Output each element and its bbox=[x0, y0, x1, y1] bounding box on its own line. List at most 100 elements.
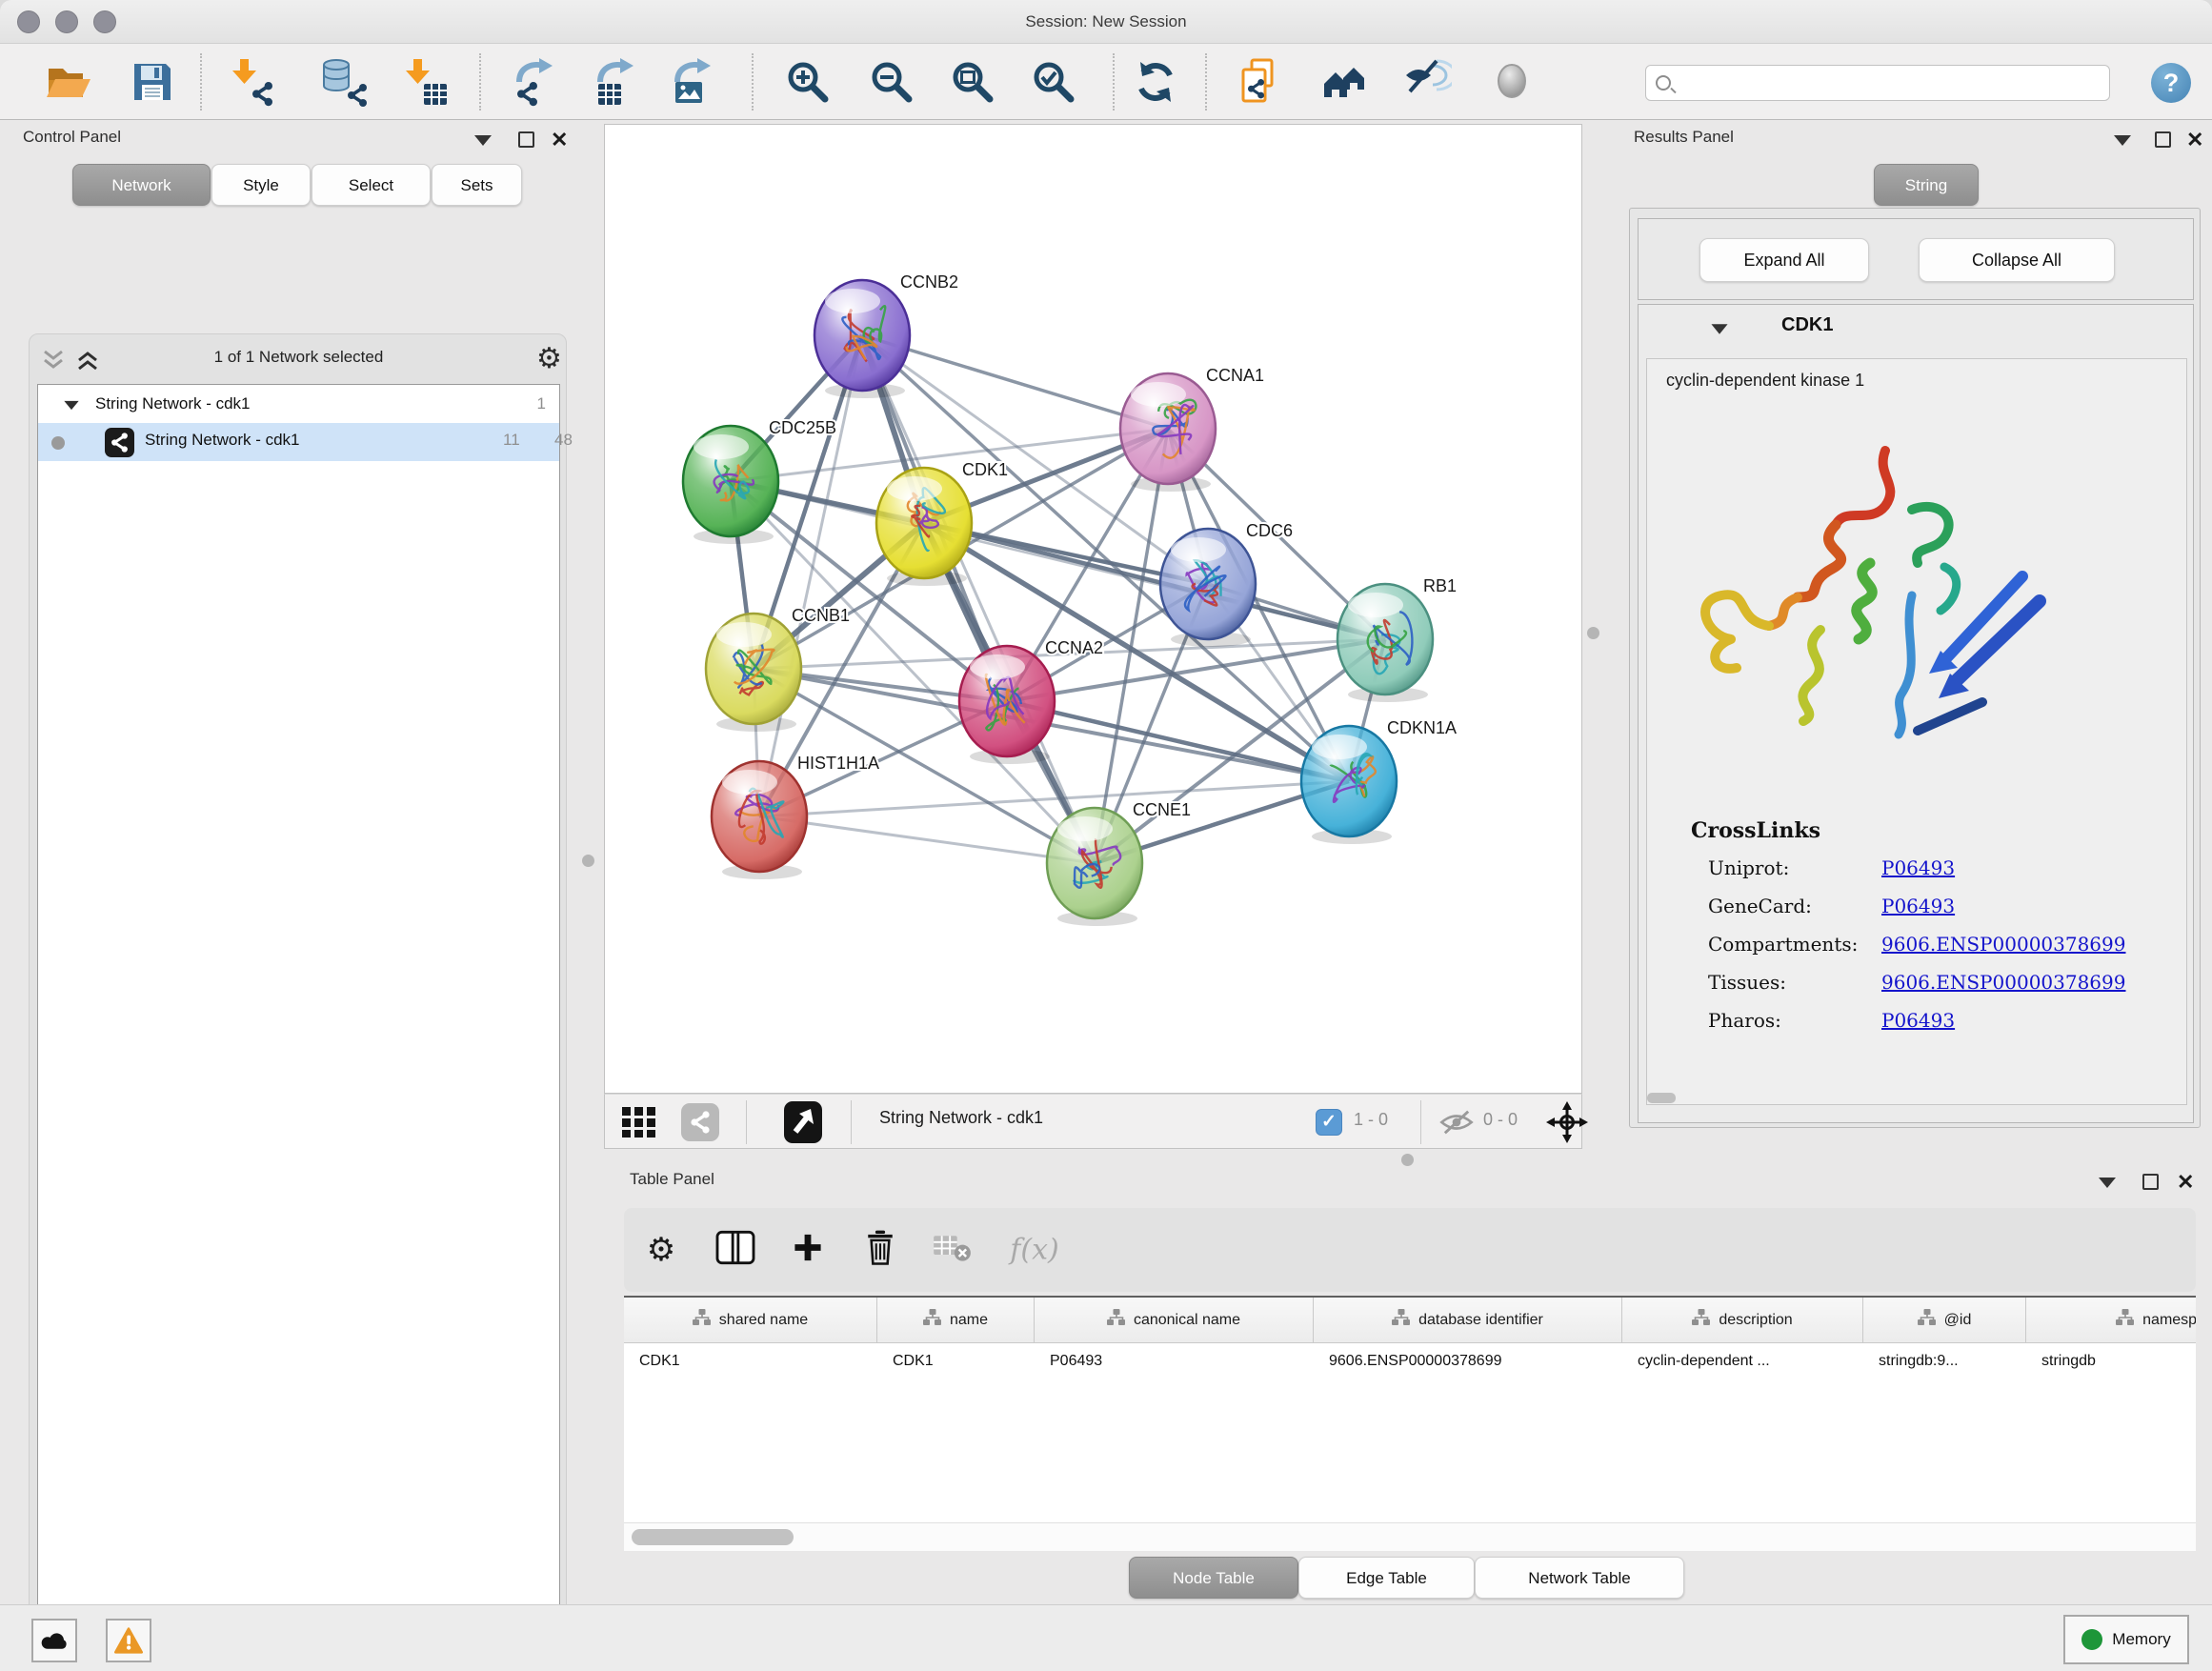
table-hscrollbar-thumb[interactable] bbox=[632, 1529, 794, 1545]
node-HIST1H1A[interactable]: HIST1H1A bbox=[712, 754, 879, 879]
network-collection-row[interactable]: String Network - cdk1 1 bbox=[38, 389, 559, 423]
clear-table-icon[interactable] bbox=[933, 1232, 973, 1269]
node-CCNB2[interactable]: CCNB2 bbox=[814, 272, 958, 398]
zoom-fit-icon[interactable] bbox=[948, 57, 997, 107]
crosslink-value-link[interactable]: 9606.ENSP00000378699 bbox=[1881, 933, 2125, 956]
node-table[interactable]: shared namenamecanonical namedatabase id… bbox=[624, 1296, 2196, 1522]
protein-collapse-icon[interactable] bbox=[1711, 324, 1727, 333]
table-panel-close-icon[interactable]: ✕ bbox=[2177, 1174, 2194, 1190]
control-panel-float-icon[interactable] bbox=[518, 131, 534, 148]
node-CCNE1[interactable]: CCNE1 bbox=[1047, 800, 1191, 926]
control-panel-title: Control Panel bbox=[23, 128, 121, 147]
column-header-name[interactable]: name bbox=[877, 1298, 1035, 1343]
collapse-all-button[interactable]: Collapse All bbox=[1919, 238, 2115, 282]
table-cell[interactable]: stringdb bbox=[2026, 1343, 2196, 1379]
hide-selected-icon[interactable] bbox=[1402, 57, 1452, 107]
table-options-icon[interactable]: ⚙ bbox=[647, 1234, 675, 1266]
node-RB1[interactable]: RB1 bbox=[1337, 576, 1457, 702]
table-cell[interactable]: cyclin-dependent ... bbox=[1622, 1343, 1863, 1379]
warning-button[interactable] bbox=[106, 1619, 151, 1662]
selected-checkbox-icon[interactable]: ✓ bbox=[1316, 1109, 1342, 1136]
table-hscrollbar[interactable] bbox=[624, 1522, 2196, 1551]
column-header-canonical-name[interactable]: canonical name bbox=[1035, 1298, 1314, 1343]
import-table-from-file-icon[interactable] bbox=[399, 57, 449, 107]
tab-style[interactable]: Style bbox=[211, 164, 311, 206]
create-column-icon[interactable] bbox=[792, 1232, 824, 1269]
table-cell[interactable]: P06493 bbox=[1035, 1343, 1314, 1379]
fit-selected-icon[interactable] bbox=[1546, 1101, 1588, 1143]
column-header--id[interactable]: @id bbox=[1863, 1298, 2026, 1343]
export-network-to-file-icon[interactable] bbox=[510, 57, 559, 107]
results-scrollbar[interactable] bbox=[1647, 1093, 1676, 1103]
show-hidden-icon[interactable] bbox=[1487, 57, 1537, 107]
column-header-description[interactable]: description bbox=[1622, 1298, 1863, 1343]
zoom-out-icon[interactable] bbox=[867, 57, 916, 107]
tab-edge-table[interactable]: Edge Table bbox=[1298, 1557, 1475, 1599]
open-session-icon[interactable] bbox=[45, 57, 94, 107]
edge-CCNA2-CDKN1A[interactable] bbox=[1007, 701, 1349, 781]
search-box[interactable] bbox=[1645, 65, 2110, 101]
node-CCNA1[interactable]: CCNA1 bbox=[1120, 366, 1264, 492]
tab-sets[interactable]: Sets bbox=[432, 164, 522, 206]
crosslink-value-link[interactable]: 9606.ENSP00000378699 bbox=[1881, 971, 2125, 994]
show-column-panel-icon[interactable] bbox=[715, 1230, 755, 1271]
help-button[interactable]: ? bbox=[2151, 63, 2191, 103]
cloud-button[interactable] bbox=[31, 1619, 77, 1662]
results-panel-float-icon[interactable] bbox=[2155, 131, 2171, 148]
network-options-gear-icon[interactable]: ⚙ bbox=[536, 342, 562, 375]
column-header-database-identifier[interactable]: database identifier bbox=[1314, 1298, 1622, 1343]
tab-select[interactable]: Select bbox=[312, 164, 431, 206]
export-image-icon[interactable] bbox=[668, 57, 717, 107]
edge-CCNE1-HIST1H1A[interactable] bbox=[759, 816, 1095, 863]
memory-button[interactable]: Memory bbox=[2063, 1615, 2189, 1664]
hidden-eye-icon[interactable] bbox=[1438, 1108, 1476, 1137]
zoom-selected-icon[interactable] bbox=[1029, 57, 1078, 107]
network-graph[interactable]: CCNB2CCNA1CDC25BCDK1CDC6RB1CCNB1CCNA2CDK… bbox=[605, 125, 1581, 1093]
hidden-count: 0 - 0 bbox=[1483, 1110, 1518, 1130]
results-panel-menu-icon[interactable] bbox=[2114, 135, 2131, 146]
tab-network-table[interactable]: Network Table bbox=[1475, 1557, 1684, 1599]
thumbnail-grid-icon[interactable] bbox=[622, 1107, 662, 1137]
new-network-from-selection-icon[interactable] bbox=[1236, 57, 1285, 107]
column-header-namespace[interactable]: namespace bbox=[2026, 1298, 2196, 1343]
left-splitter-handle[interactable] bbox=[582, 855, 594, 867]
tab-network[interactable]: Network bbox=[72, 164, 211, 206]
node-CDK1[interactable]: CDK1 bbox=[876, 460, 1008, 586]
collection-expand-icon[interactable] bbox=[64, 401, 78, 410]
delete-column-icon[interactable] bbox=[864, 1230, 896, 1271]
birdseye-icon[interactable] bbox=[784, 1101, 822, 1143]
crosslink-value-link[interactable]: P06493 bbox=[1881, 1009, 1955, 1032]
import-network-from-database-icon[interactable] bbox=[319, 57, 369, 107]
results-panel-close-icon[interactable]: ✕ bbox=[2186, 131, 2203, 148]
search-input[interactable] bbox=[1679, 69, 2109, 97]
expand-all-button[interactable]: Expand All bbox=[1699, 238, 1869, 282]
network-canvas[interactable]: CCNB2CCNA1CDC25BCDK1CDC6RB1CCNB1CCNA2CDK… bbox=[604, 124, 1582, 1094]
control-panel-menu-icon[interactable] bbox=[474, 135, 492, 146]
apply-function-icon[interactable]: f(x) bbox=[1010, 1234, 1058, 1267]
table-cell[interactable]: stringdb:9... bbox=[1863, 1343, 2026, 1379]
node-CDKN1A[interactable]: CDKN1A bbox=[1301, 718, 1457, 844]
table-cell[interactable]: CDK1 bbox=[877, 1343, 1035, 1379]
tab-node-table[interactable]: Node Table bbox=[1129, 1557, 1298, 1599]
table-cell[interactable]: CDK1 bbox=[624, 1343, 877, 1379]
tab-string[interactable]: String bbox=[1874, 164, 1979, 206]
refresh-icon[interactable] bbox=[1131, 57, 1180, 107]
crosslink-value-link[interactable]: P06493 bbox=[1881, 895, 1955, 917]
node-CDC6[interactable]: CDC6 bbox=[1160, 521, 1293, 647]
edge-CCNB2-CCNE1[interactable] bbox=[862, 335, 1095, 863]
import-network-from-file-icon[interactable] bbox=[226, 57, 275, 107]
save-session-icon[interactable] bbox=[128, 57, 177, 107]
zoom-in-icon[interactable] bbox=[783, 57, 833, 107]
network-row[interactable]: String Network - cdk1 11 48 bbox=[38, 423, 559, 461]
string-view-icon[interactable] bbox=[681, 1103, 719, 1141]
export-table-to-file-icon[interactable] bbox=[591, 57, 640, 107]
column-header-shared-name[interactable]: shared name bbox=[624, 1298, 877, 1343]
show-all-network-views-icon[interactable] bbox=[1320, 57, 1370, 107]
table-cell[interactable]: 9606.ENSP00000378699 bbox=[1314, 1343, 1622, 1379]
table-panel-menu-icon[interactable] bbox=[2099, 1178, 2116, 1188]
node-CCNA2[interactable]: CCNA2 bbox=[959, 638, 1103, 764]
crosslink-value-link[interactable]: P06493 bbox=[1881, 856, 1955, 879]
right-splitter-handle[interactable] bbox=[1587, 627, 1599, 639]
table-panel-float-icon[interactable] bbox=[2142, 1174, 2159, 1190]
control-panel-close-icon[interactable]: ✕ bbox=[551, 131, 568, 148]
